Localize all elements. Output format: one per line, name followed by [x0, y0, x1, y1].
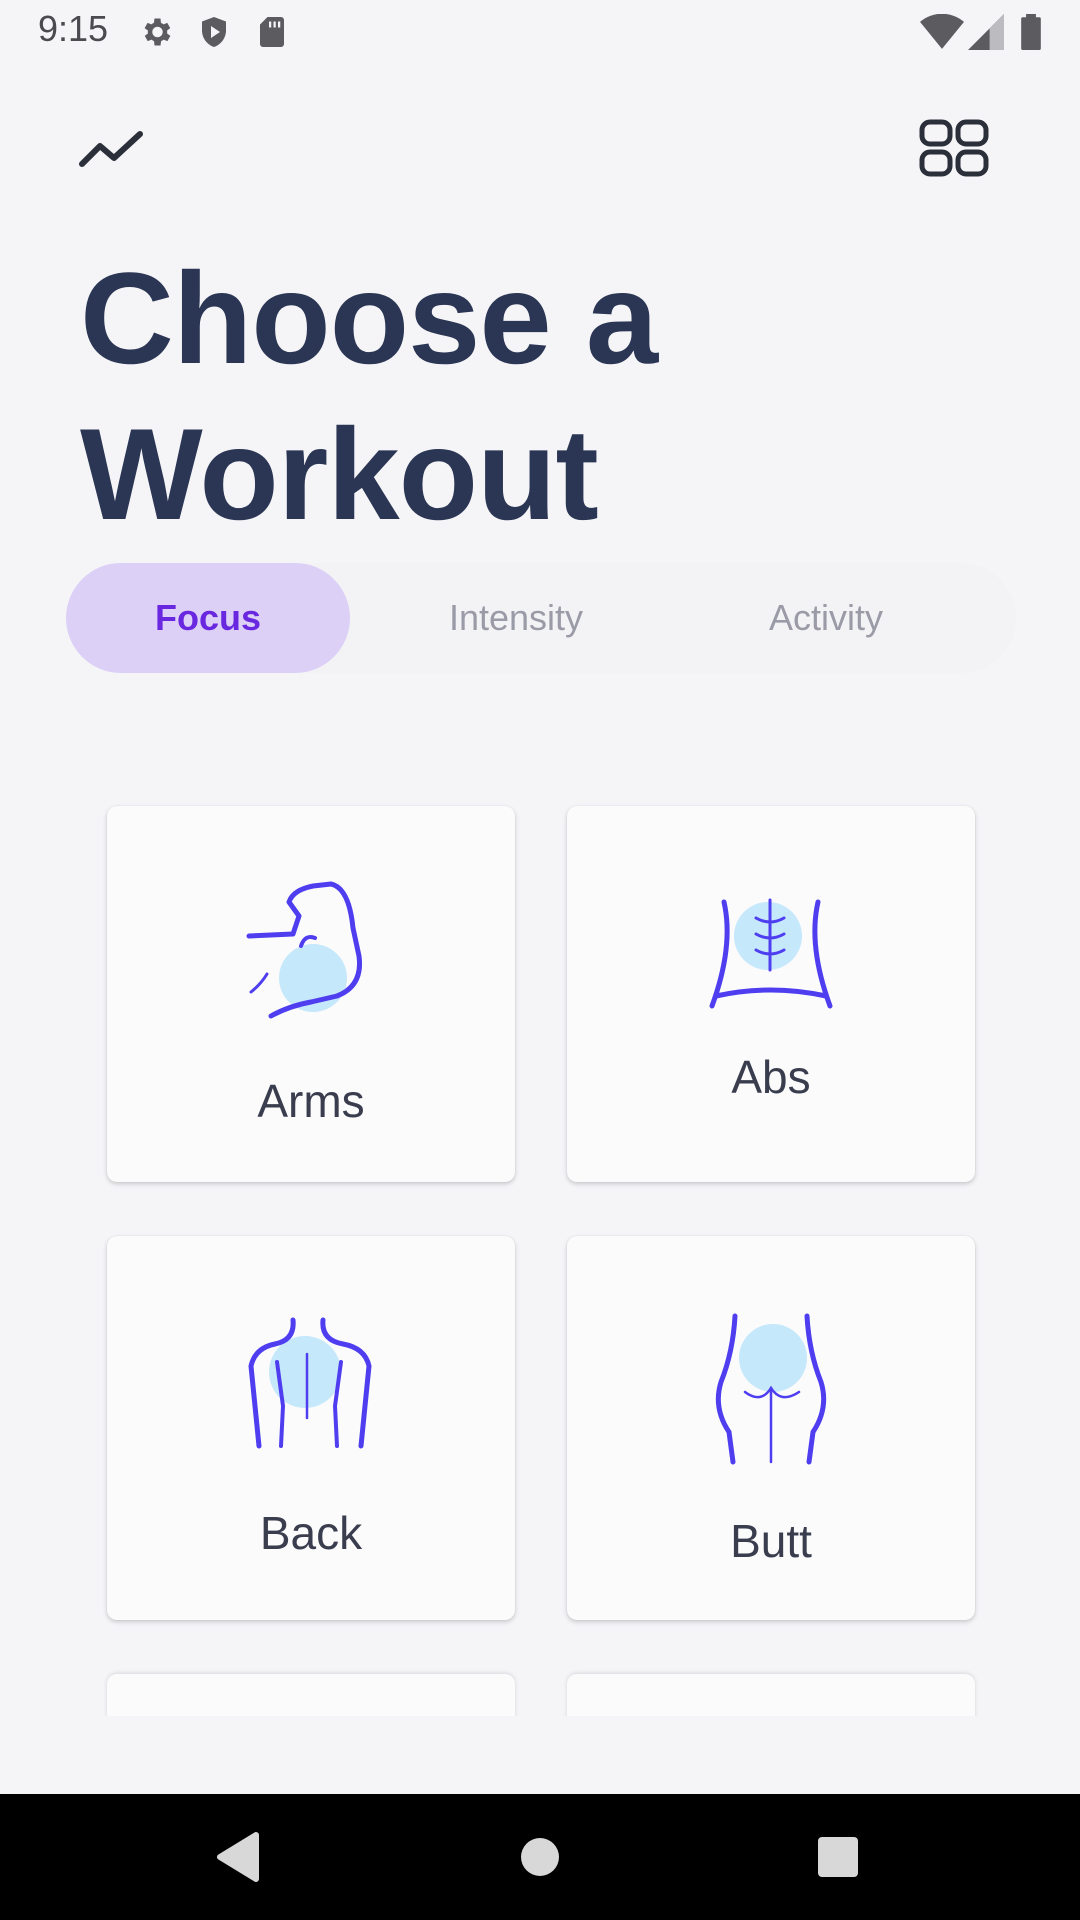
grid-menu-icon[interactable] [914, 108, 994, 188]
workout-filter-tabs: Focus Intensity Activity [66, 563, 1016, 673]
tab-intensity[interactable]: Intensity [376, 563, 656, 673]
status-time: 9:15 [38, 8, 109, 49]
page-title-line1: Choose a [80, 245, 658, 391]
category-card-butt[interactable]: Butt [567, 1236, 975, 1620]
list-clip [0, 1716, 1080, 1794]
page-title: Choose a Workout [80, 240, 980, 552]
system-nav-bar [0, 1794, 1080, 1920]
battery-icon [1016, 14, 1046, 50]
status-bar: 9:15 [0, 0, 1080, 64]
wifi-icon [920, 13, 964, 50]
category-label: Arms [257, 1075, 365, 1127]
back-icon [107, 1316, 515, 1456]
gear-icon [138, 14, 174, 50]
category-label: Abs [731, 1051, 811, 1103]
category-card-back[interactable]: Back [107, 1236, 515, 1620]
sd-card-icon [254, 14, 290, 50]
category-card-arms[interactable]: Arms [107, 806, 515, 1182]
nav-back-icon[interactable] [168, 1794, 308, 1920]
butt-icon [567, 1312, 975, 1472]
category-card-abs[interactable]: Abs [567, 806, 975, 1182]
nav-recents-icon[interactable] [768, 1794, 908, 1920]
nav-home-icon[interactable] [470, 1794, 610, 1920]
trend-chart-icon[interactable] [72, 108, 152, 188]
category-label: Butt [730, 1515, 812, 1567]
page-title-line2: Workout [80, 401, 599, 547]
abs-icon [567, 896, 975, 1016]
shield-play-icon [196, 14, 232, 50]
category-label: Back [259, 1507, 363, 1559]
tab-activity[interactable]: Activity [686, 563, 966, 673]
arm-muscle-icon [107, 876, 515, 1026]
signal-icon [968, 14, 1004, 50]
tab-focus[interactable]: Focus [66, 563, 350, 673]
